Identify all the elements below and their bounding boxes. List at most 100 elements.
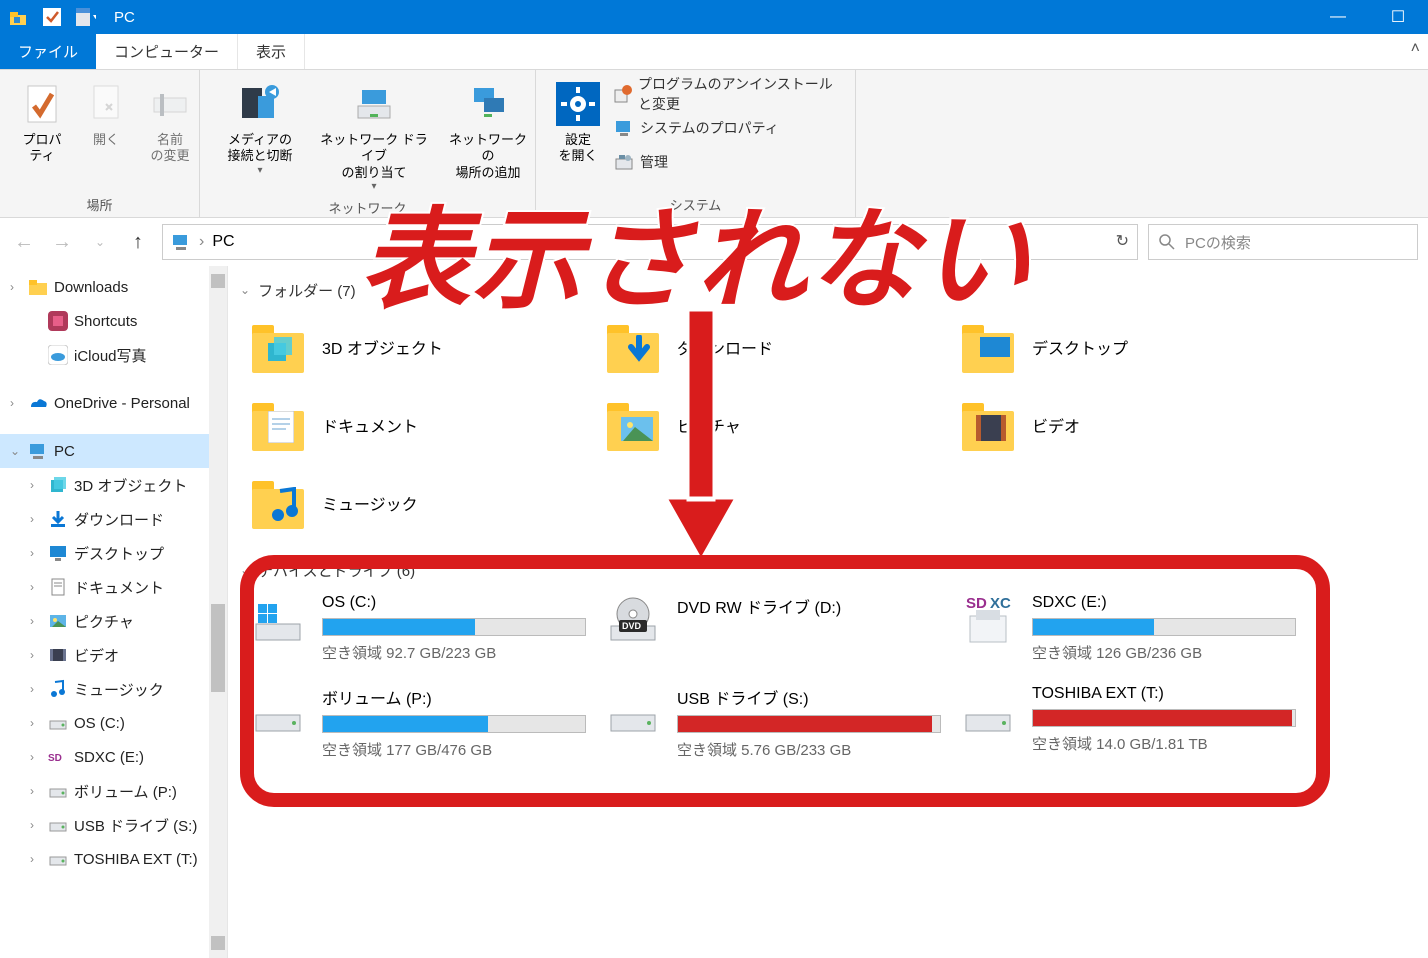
qat-dropdown-icon[interactable] <box>76 7 96 27</box>
breadcrumb[interactable]: PC <box>212 233 234 251</box>
tree-item[interactable]: › ダウンロード <box>0 502 227 536</box>
nav-tree[interactable]: ›Downloads Shortcuts iCloud写真 › OneDrive - P… <box>0 266 228 958</box>
tree-item[interactable]: ›OS (C:) <box>0 706 227 740</box>
tree-twisty-icon[interactable]: › <box>10 396 22 410</box>
tree-item[interactable]: ›USB ドライブ (S:) <box>0 808 227 842</box>
manage-button[interactable]: 管理 <box>610 148 845 176</box>
annotation-box <box>240 555 1330 807</box>
music-icon <box>48 679 68 699</box>
tab-file[interactable]: ファイル <box>0 34 96 69</box>
tree-twisty-icon[interactable]: › <box>10 280 22 294</box>
folder-item[interactable]: ビデオ <box>962 396 1317 454</box>
nav-up-button[interactable]: ↑ <box>124 228 152 256</box>
map-drive-button[interactable]: ネットワーク ドライブ の割り当て ▾ <box>310 78 438 196</box>
tree-item-label: Shortcuts <box>74 313 137 330</box>
maximize-button[interactable]: ☐ <box>1368 0 1428 34</box>
tab-computer[interactable]: コンピューター <box>96 34 238 69</box>
uninstall-icon <box>614 84 632 104</box>
tree-twisty-icon[interactable]: › <box>30 580 42 594</box>
tree-item[interactable]: ›ミュージック <box>0 672 227 706</box>
tree-item[interactable]: Shortcuts <box>0 304 227 338</box>
nav-back-button[interactable]: ← <box>10 228 38 256</box>
tree-item[interactable]: › ドキュメント <box>0 570 227 604</box>
tree-item[interactable]: ›SDSDXC (E:) <box>0 740 227 774</box>
tree-item[interactable]: ›3D オブジェクト <box>0 468 227 502</box>
tree-twisty-icon[interactable]: › <box>30 546 42 560</box>
tree-item[interactable]: › ビデオ <box>0 638 227 672</box>
tree-twisty-icon[interactable]: › <box>30 648 42 662</box>
search-box[interactable]: PCの検索 <box>1148 224 1418 260</box>
open-settings-button[interactable]: 設定 を開く <box>546 78 610 193</box>
drive-icon <box>48 815 68 835</box>
refresh-button[interactable]: ↻ <box>1116 231 1129 251</box>
map-drive-icon <box>352 82 396 126</box>
drive-icon <box>48 713 68 733</box>
folder-item[interactable]: ダウンロード <box>607 318 962 376</box>
tree-twisty-icon[interactable]: › <box>30 716 42 730</box>
tree-item-label: ピクチャ <box>74 611 134 632</box>
tree-twisty-icon[interactable]: › <box>30 614 42 628</box>
collapse-ribbon-icon[interactable]: ˄ <box>1411 40 1420 58</box>
tree-twisty-icon[interactable]: › <box>30 818 42 832</box>
tree-item-label: ドキュメント <box>74 577 164 598</box>
tree-twisty-icon[interactable]: › <box>30 852 42 866</box>
tree-item[interactable]: › ピクチャ <box>0 604 227 638</box>
tree-item-label: ボリューム (P:) <box>74 781 177 802</box>
rename-button[interactable]: 名前 の変更 <box>138 78 202 193</box>
folder-item[interactable]: 3D オブジェクト <box>252 318 607 376</box>
tree-item[interactable]: › OneDrive - Personal <box>0 386 227 420</box>
tree-item[interactable]: iCloud写真 <box>0 338 227 372</box>
annotation-arrow-icon <box>666 310 736 570</box>
system-properties-button[interactable]: システムのプロパティ <box>610 114 845 142</box>
properties-qat-icon[interactable] <box>42 7 62 27</box>
system-properties-icon <box>614 118 634 138</box>
pc-icon <box>171 232 191 252</box>
annotation-text: 表示されない <box>360 206 1032 316</box>
tree-twisty-icon[interactable]: › <box>30 784 42 798</box>
media-icon <box>238 82 282 126</box>
window-controls: — ☐ <box>1308 0 1428 34</box>
svg-text:SD: SD <box>48 753 62 764</box>
recent-locations-button[interactable]: ⌄ <box>86 228 114 256</box>
open-icon <box>84 82 128 126</box>
folder-item[interactable]: デスクトップ <box>962 318 1317 376</box>
open-button[interactable]: 開く <box>74 78 138 193</box>
folder-item[interactable]: ピクチャ <box>607 396 962 454</box>
uninstall-programs-button[interactable]: プログラムのアンインストールと変更 <box>610 80 845 108</box>
folder-icon <box>252 399 304 451</box>
explorer-icon <box>8 7 28 27</box>
properties-button[interactable]: プロパティ <box>10 78 74 193</box>
settings-gear-icon <box>556 82 600 126</box>
tree-item-label: OneDrive - Personal <box>54 395 190 412</box>
folder-item[interactable]: ミュージック <box>252 474 607 532</box>
ribbon-tab-strip: ファイル コンピューター 表示 ˄ <box>0 34 1428 70</box>
nav-forward-button[interactable]: → <box>48 228 76 256</box>
pc-icon <box>28 441 48 461</box>
tree-twisty-icon[interactable]: › <box>30 478 42 492</box>
chevron-down-icon: ▾ <box>371 181 376 192</box>
tree-twisty-icon[interactable]: › <box>30 682 42 696</box>
tree-item[interactable]: ›TOSHIBA EXT (T:) <box>0 842 227 876</box>
folder-item[interactable]: ドキュメント <box>252 396 607 454</box>
tree-item[interactable]: › デスクトップ <box>0 536 227 570</box>
tab-view[interactable]: 表示 <box>238 34 305 69</box>
tree-twisty-icon[interactable]: ⌄ <box>10 444 22 458</box>
tree-item-label: ビデオ <box>74 645 119 666</box>
quick-access-toolbar <box>0 7 96 27</box>
add-network-location-button[interactable]: ネットワークの 場所の追加 <box>438 78 538 196</box>
rename-icon <box>148 82 192 126</box>
tree-twisty-icon[interactable]: › <box>30 750 42 764</box>
minimize-button[interactable]: — <box>1308 0 1368 34</box>
tree-item-label: デスクトップ <box>74 543 164 564</box>
tree-scrollbar[interactable] <box>209 266 227 958</box>
tree-item[interactable]: ›Downloads <box>0 270 227 304</box>
tree-item[interactable]: ⌄PC <box>0 434 227 468</box>
drive-icon <box>48 849 68 869</box>
tree-twisty-icon[interactable]: › <box>30 512 42 526</box>
media-connect-button[interactable]: メディアの 接続と切断 ▾ <box>210 78 310 196</box>
folder-icon <box>962 399 1014 451</box>
folder-icon <box>252 477 304 529</box>
folder-label: ドキュメント <box>322 413 418 437</box>
tree-item-label: ダウンロード <box>74 509 164 530</box>
tree-item[interactable]: › ボリューム (P:) <box>0 774 227 808</box>
